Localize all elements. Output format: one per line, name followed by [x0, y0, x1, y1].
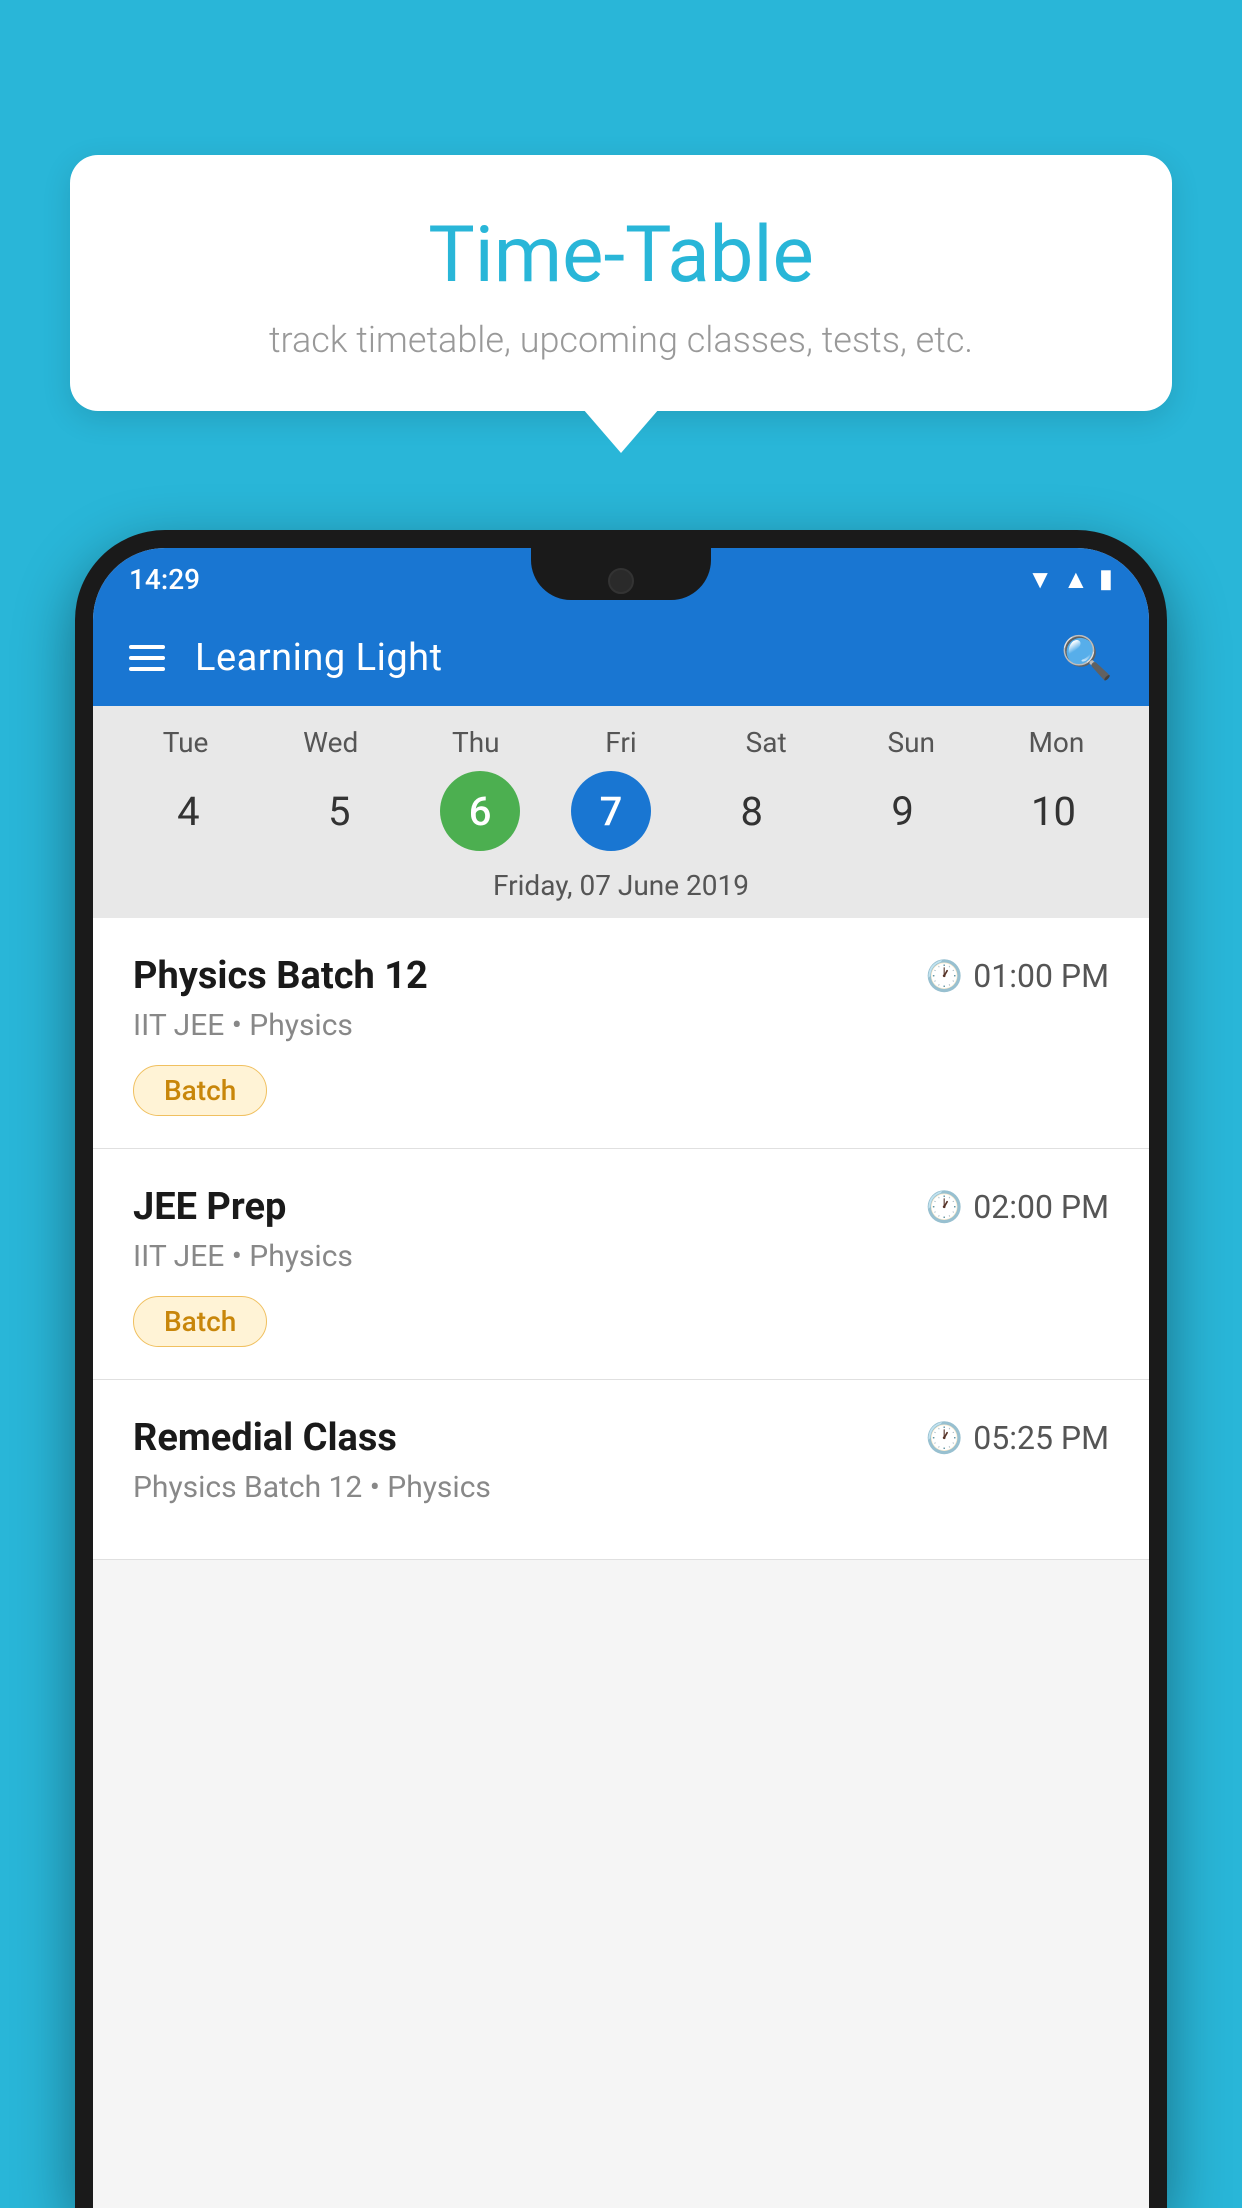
- schedule-item-remedial-class[interactable]: Remedial Class 🕐 05:25 PM Physics Batch …: [93, 1380, 1149, 1560]
- schedule-item-3-header: Remedial Class 🕐 05:25 PM: [133, 1416, 1109, 1460]
- schedule-item-2-sub: IIT JEE • Physics: [133, 1239, 1109, 1274]
- clock-icon-3: 🕐: [926, 1421, 963, 1456]
- batch-badge-2: Batch: [133, 1296, 267, 1347]
- schedule-item-physics-batch-12[interactable]: Physics Batch 12 🕐 01:00 PM IIT JEE • Ph…: [93, 918, 1149, 1149]
- schedule-item-2-time: 🕐 02:00 PM: [926, 1188, 1109, 1226]
- day-number-10[interactable]: 10: [1003, 771, 1103, 851]
- app-bar: Learning Light 🔍: [93, 610, 1149, 706]
- day-number-6-today[interactable]: 6: [440, 771, 520, 851]
- schedule-item-3-time: 🕐 05:25 PM: [926, 1419, 1109, 1457]
- schedule-item-1-time: 🕐 01:00 PM: [926, 957, 1109, 995]
- signal-icon: ▲: [1063, 564, 1089, 595]
- day-header-tue: Tue: [136, 726, 236, 759]
- phone-screen: 14:29 ▼ ▲ ▮ Learning Light 🔍 Tue Wed Thu: [93, 548, 1149, 2208]
- selected-date-label: Friday, 07 June 2019: [93, 851, 1149, 918]
- schedule-item-1-name: Physics Batch 12: [133, 954, 428, 998]
- batch-badge-1: Batch: [133, 1065, 267, 1116]
- search-icon[interactable]: 🔍: [1061, 634, 1113, 683]
- day-number-5[interactable]: 5: [289, 771, 389, 851]
- day-header-sun: Sun: [861, 726, 961, 759]
- schedule-item-jee-prep[interactable]: JEE Prep 🕐 02:00 PM IIT JEE • Physics Ba…: [93, 1149, 1149, 1380]
- schedule-item-2-header: JEE Prep 🕐 02:00 PM: [133, 1185, 1109, 1229]
- schedule-list: Physics Batch 12 🕐 01:00 PM IIT JEE • Ph…: [93, 918, 1149, 1560]
- day-header-sat: Sat: [716, 726, 816, 759]
- app-title: Learning Light: [195, 636, 1031, 680]
- day-header-thu: Thu: [426, 726, 526, 759]
- day-number-8[interactable]: 8: [702, 771, 802, 851]
- tooltip-subtitle: track timetable, upcoming classes, tests…: [130, 319, 1112, 361]
- wifi-icon: ▼: [1027, 564, 1053, 595]
- status-time: 14:29: [129, 563, 200, 596]
- tooltip-title: Time-Table: [130, 210, 1112, 301]
- schedule-item-3-sub: Physics Batch 12 • Physics: [133, 1470, 1109, 1505]
- day-headers: Tue Wed Thu Fri Sat Sun Mon: [93, 726, 1149, 759]
- day-number-4[interactable]: 4: [138, 771, 238, 851]
- day-header-mon: Mon: [1006, 726, 1106, 759]
- day-numbers: 4 5 6 7 8 9 10: [93, 771, 1149, 851]
- phone-camera: [608, 568, 634, 594]
- day-number-9[interactable]: 9: [853, 771, 953, 851]
- schedule-item-1-header: Physics Batch 12 🕐 01:00 PM: [133, 954, 1109, 998]
- schedule-item-3-name: Remedial Class: [133, 1416, 397, 1460]
- schedule-item-1-sub: IIT JEE • Physics: [133, 1008, 1109, 1043]
- phone-frame: 14:29 ▼ ▲ ▮ Learning Light 🔍 Tue Wed Thu: [75, 530, 1167, 2208]
- tooltip-card: Time-Table track timetable, upcoming cla…: [70, 155, 1172, 411]
- schedule-item-2-name: JEE Prep: [133, 1185, 286, 1229]
- phone-notch: [531, 548, 711, 600]
- hamburger-menu-icon[interactable]: [129, 645, 165, 671]
- calendar-strip: Tue Wed Thu Fri Sat Sun Mon 4 5 6 7 8 9 …: [93, 706, 1149, 918]
- battery-icon: ▮: [1099, 564, 1113, 594]
- day-header-fri: Fri: [571, 726, 671, 759]
- day-number-7-selected[interactable]: 7: [571, 771, 651, 851]
- clock-icon-2: 🕐: [926, 1190, 963, 1225]
- clock-icon-1: 🕐: [926, 959, 963, 994]
- status-icons: ▼ ▲ ▮: [1027, 564, 1113, 595]
- day-header-wed: Wed: [281, 726, 381, 759]
